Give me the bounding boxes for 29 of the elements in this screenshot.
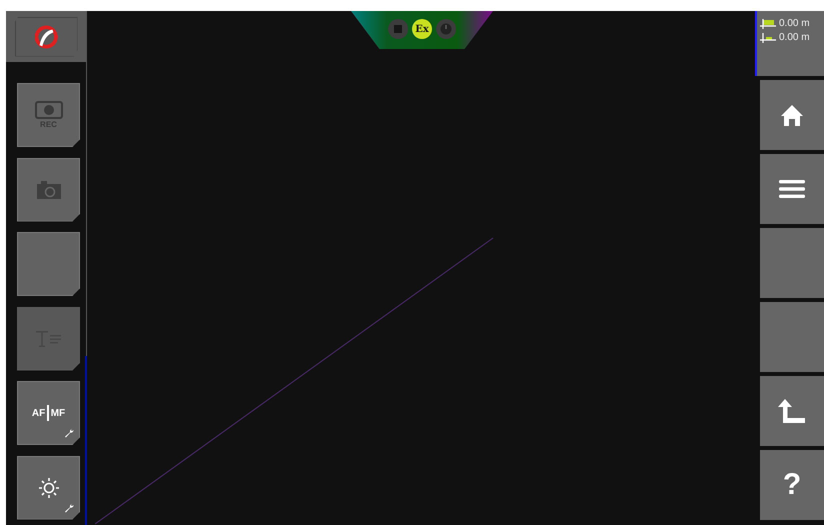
wrench-icon (64, 428, 74, 438)
back-button[interactable] (760, 376, 824, 446)
record-icon (34, 101, 62, 119)
stop-icon (394, 25, 402, 33)
distance-value: 0.00 m (779, 32, 810, 43)
menu-icon (779, 179, 805, 199)
gauge-icon (440, 23, 452, 35)
af-label: AF (32, 408, 46, 418)
brightness-button[interactable] (17, 456, 80, 520)
logo-icon (34, 24, 58, 48)
menu-button[interactable] (760, 154, 824, 224)
gauge-toggle[interactable] (436, 19, 456, 39)
home-button[interactable] (760, 80, 824, 150)
blank-button[interactable] (17, 232, 80, 296)
level-upper-icon (760, 18, 776, 28)
wrench-icon (64, 502, 74, 512)
return-arrow-icon (778, 398, 806, 424)
help-button[interactable]: ? (760, 450, 824, 520)
afmf-button[interactable]: AF MF (17, 381, 80, 445)
camera-icon (36, 180, 62, 200)
mf-label: MF (50, 408, 66, 418)
level-lower-icon (760, 32, 776, 42)
camera-button[interactable] (17, 158, 80, 222)
ex-toggle[interactable]: Ex (412, 19, 432, 39)
home-icon (780, 103, 804, 127)
sun-icon (38, 476, 60, 498)
logo-button[interactable] (14, 16, 78, 56)
distance-value: 0.00 m (779, 18, 810, 29)
stop-toggle[interactable] (388, 19, 408, 39)
